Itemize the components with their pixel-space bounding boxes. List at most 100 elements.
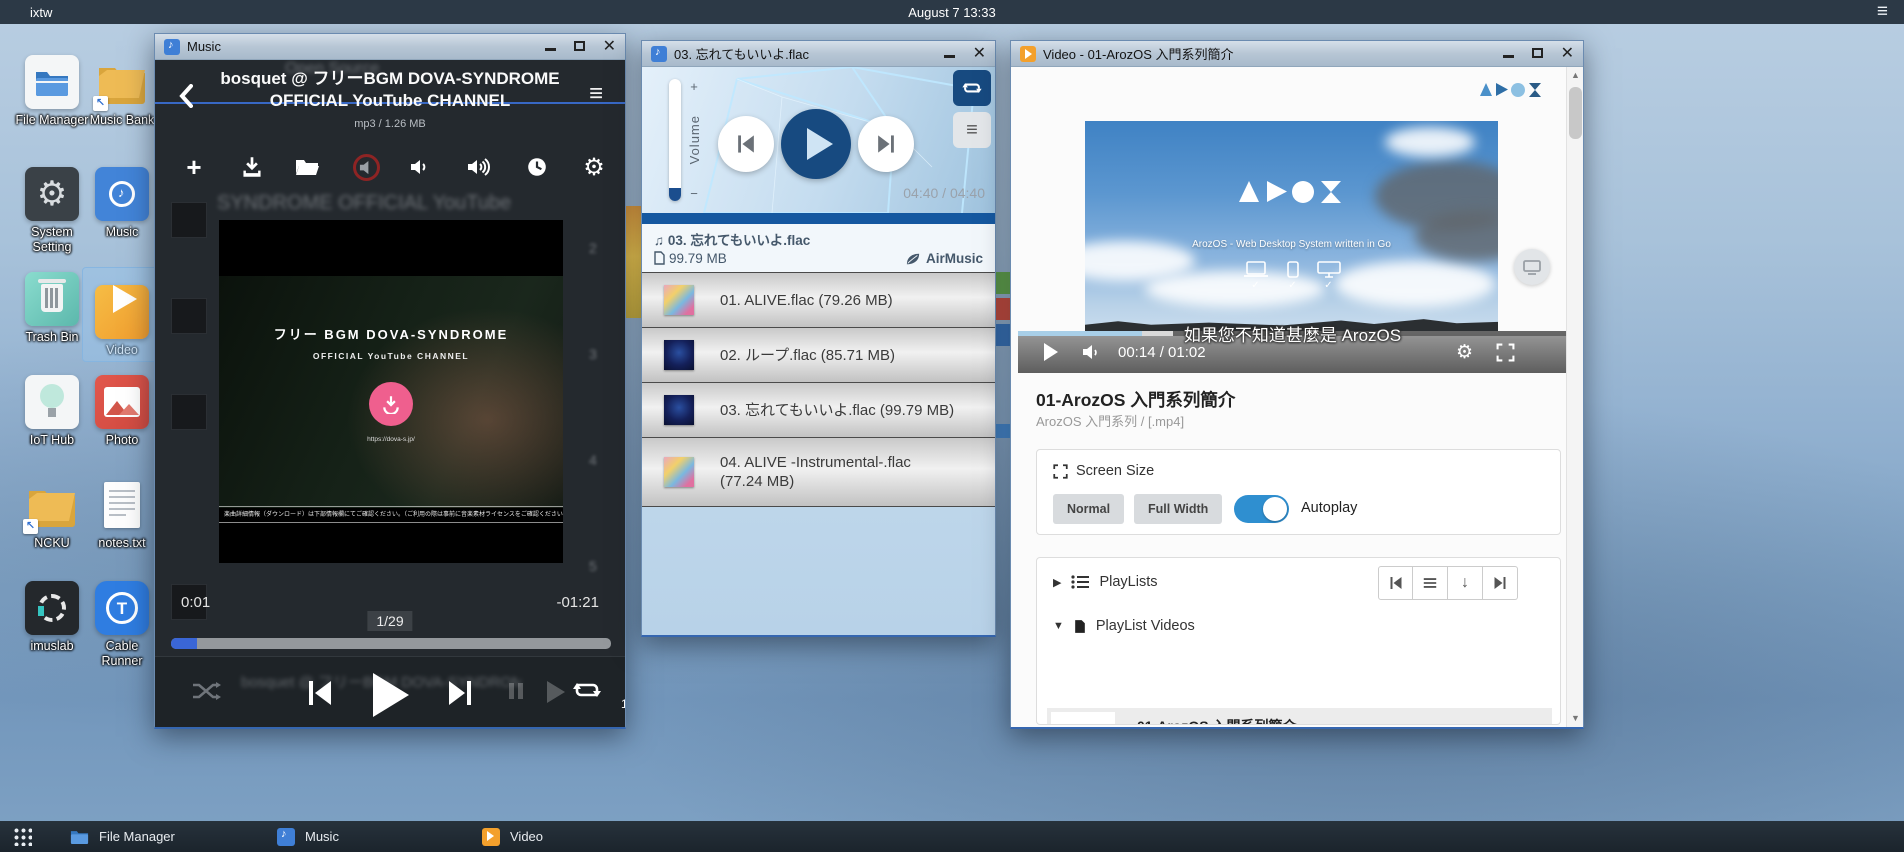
maximize-button[interactable]	[574, 39, 585, 54]
video-time-display: 00:14 / 01:02	[1118, 344, 1206, 361]
folder-icon: ↖	[25, 478, 79, 532]
system-menu-icon[interactable]: ≡	[1877, 0, 1888, 24]
playlist-row[interactable]: 02. ループ.flac (85.71 MB)	[642, 327, 995, 382]
open-folder-button[interactable]	[294, 154, 320, 180]
desktop-icon-photo[interactable]: Photo	[84, 375, 160, 448]
video-window-titlebar[interactable]: Video - 01-ArozOS 入門系列簡介 ✕	[1011, 41, 1583, 67]
previous-track-button[interactable]	[307, 679, 333, 712]
lightbulb-icon	[25, 375, 79, 429]
full-width-button[interactable]: Full Width	[1134, 494, 1222, 524]
shortcut-arrow-icon: ↖	[23, 519, 38, 534]
desktop-icon-system-setting[interactable]: ⚙ System Setting	[14, 167, 90, 255]
playlist-row[interactable]: 03. 忘れてもいいよ.flac (99.79 MB)	[642, 382, 995, 437]
menu-button[interactable]: ≡	[953, 112, 991, 148]
playlist-row[interactable]: 04. ALIVE -Instrumental-.flac (77.24 MB)	[642, 437, 995, 507]
close-button[interactable]: ✕	[1561, 47, 1574, 61]
seek-bar[interactable]	[171, 638, 611, 649]
video-window: Video - 01-ArozOS 入門系列簡介 ✕	[1010, 40, 1584, 729]
music-note-icon: ♫	[654, 233, 668, 248]
shuffle-button[interactable]	[191, 679, 221, 708]
play-button[interactable]	[781, 109, 851, 179]
app-grid-icon[interactable]	[13, 827, 32, 846]
desktop-icon-notes-txt[interactable]: notes.txt	[84, 478, 160, 551]
maximize-button[interactable]	[1532, 46, 1543, 61]
leaf-icon	[905, 252, 921, 266]
back-button[interactable]	[179, 84, 193, 113]
playlist-video-item[interactable]: ►◄ 01-ArozOS 入門系列簡介 S2:/Video/ArozOS 入門系…	[1047, 708, 1552, 725]
video-surface[interactable]: ArozOS - Web Desktop System written in G…	[1085, 121, 1498, 331]
normal-size-button[interactable]: Normal	[1053, 494, 1124, 524]
volume-high-icon[interactable]	[466, 154, 492, 180]
repeat-button[interactable]	[571, 677, 603, 708]
taskbar-item-video[interactable]: Video	[482, 821, 543, 852]
seek-bar-fill	[171, 638, 197, 649]
screen-size-card: Screen Size Normal Full Width Autoplay	[1036, 449, 1561, 535]
video-play-icon	[95, 285, 149, 339]
album-art-caption: 楽曲詳細情報（ダウンロード）は下部情報欄にてご確認ください。（ご利用の際は事前に…	[219, 506, 563, 523]
skip-last-button[interactable]	[1483, 566, 1518, 600]
scroll-down-arrow[interactable]: ▼	[1567, 710, 1583, 727]
file-icon	[1074, 619, 1086, 634]
music-window: Music ✕ Open Source bosquet @ フリーBGM DOV…	[154, 33, 626, 729]
playlist-list-button[interactable]	[1413, 566, 1448, 600]
blurred-track-thumb	[171, 202, 207, 238]
blurred-pause-icon	[507, 683, 525, 704]
desktop-icon-file-manager[interactable]: File Manager	[14, 55, 90, 128]
background-window-fragment	[626, 206, 642, 318]
desktop-icon-trash-bin[interactable]: Trash Bin	[14, 272, 90, 345]
next-track-button[interactable]	[858, 116, 914, 172]
desktop-icon-music-bank[interactable]: ↖ Music Bank	[84, 55, 160, 128]
close-button[interactable]: ✕	[603, 40, 616, 54]
cast-screen-button[interactable]	[1514, 249, 1550, 285]
repeat-button[interactable]	[953, 70, 991, 106]
music-window-titlebar[interactable]: Music ✕	[155, 34, 625, 60]
playlists-card: ▶ PlayLists ↓ ▼	[1036, 557, 1561, 725]
download-button[interactable]	[239, 154, 265, 180]
album-thumb	[664, 285, 694, 315]
flac-window-titlebar[interactable]: 03. 忘れてもいいよ.flac ✕	[642, 41, 995, 67]
desktop-icon-iot-hub[interactable]: IoT Hub	[14, 375, 90, 448]
progress-bar[interactable]	[642, 213, 995, 224]
video-settings-gear-icon[interactable]: ⚙	[1456, 341, 1473, 364]
album-art-subbrand: OFFICIAL YouTube CHANNEL	[219, 351, 563, 361]
time-display: 04:40 / 04:40	[903, 185, 985, 201]
minimize-button[interactable]	[944, 46, 955, 61]
next-track-button[interactable]	[447, 679, 473, 712]
skip-first-button[interactable]	[1378, 566, 1413, 600]
scroll-up-arrow[interactable]: ▲	[1567, 67, 1583, 84]
now-playing-meta: mp3 / 1.26 MB	[203, 118, 577, 130]
previous-track-button[interactable]	[718, 116, 774, 172]
fullscreen-button[interactable]	[1496, 343, 1515, 367]
music-window-body: Open Source bosquet @ フリーBGM DOVA-SYNDRO…	[155, 60, 625, 727]
desktop-icon-ncku[interactable]: ↖ NCKU	[14, 478, 90, 551]
menu-icon[interactable]: ≡	[589, 80, 603, 108]
video-play-button[interactable]	[1044, 343, 1058, 361]
desktop-icon-imuslab[interactable]: imuslab	[14, 581, 90, 654]
playlists-header[interactable]: ▶ PlayLists	[1053, 574, 1158, 590]
minimize-button[interactable]	[545, 39, 556, 54]
desktop-icon-cable-runner[interactable]: T Cable Runner	[84, 581, 160, 669]
taskbar-item-music[interactable]: Music	[277, 821, 339, 852]
scrollbar-thumb[interactable]	[1569, 87, 1582, 139]
desktop-icon-video[interactable]: Video	[84, 272, 160, 358]
video-thumb: ►◄	[1051, 712, 1115, 725]
autoplay-toggle[interactable]	[1234, 495, 1289, 523]
volume-low-icon[interactable]	[407, 154, 433, 180]
volume-slider[interactable]	[669, 79, 681, 201]
minimize-button[interactable]	[1503, 46, 1514, 61]
playlist-row[interactable]: 01. ALIVE.flac (79.26 MB)	[642, 272, 995, 327]
toggle-knob	[1263, 497, 1287, 521]
history-clock-icon[interactable]	[524, 154, 550, 180]
taskbar: File Manager Music Video	[0, 821, 1904, 852]
add-button[interactable]: +	[181, 154, 207, 180]
desktop-icon-music[interactable]: Music	[84, 167, 160, 240]
download-video-button[interactable]: ↓	[1448, 566, 1483, 600]
mute-icon[interactable]	[353, 154, 380, 181]
close-button[interactable]: ✕	[973, 47, 986, 61]
settings-gear-icon[interactable]: ⚙	[581, 154, 607, 180]
playlist-videos-header[interactable]: ▼ PlayList Videos	[1053, 618, 1195, 634]
video-volume-button[interactable]	[1082, 344, 1102, 365]
scrollbar[interactable]: ▲ ▼	[1566, 67, 1583, 727]
play-button[interactable]	[373, 673, 409, 717]
taskbar-item-file-manager[interactable]: File Manager	[70, 821, 175, 852]
